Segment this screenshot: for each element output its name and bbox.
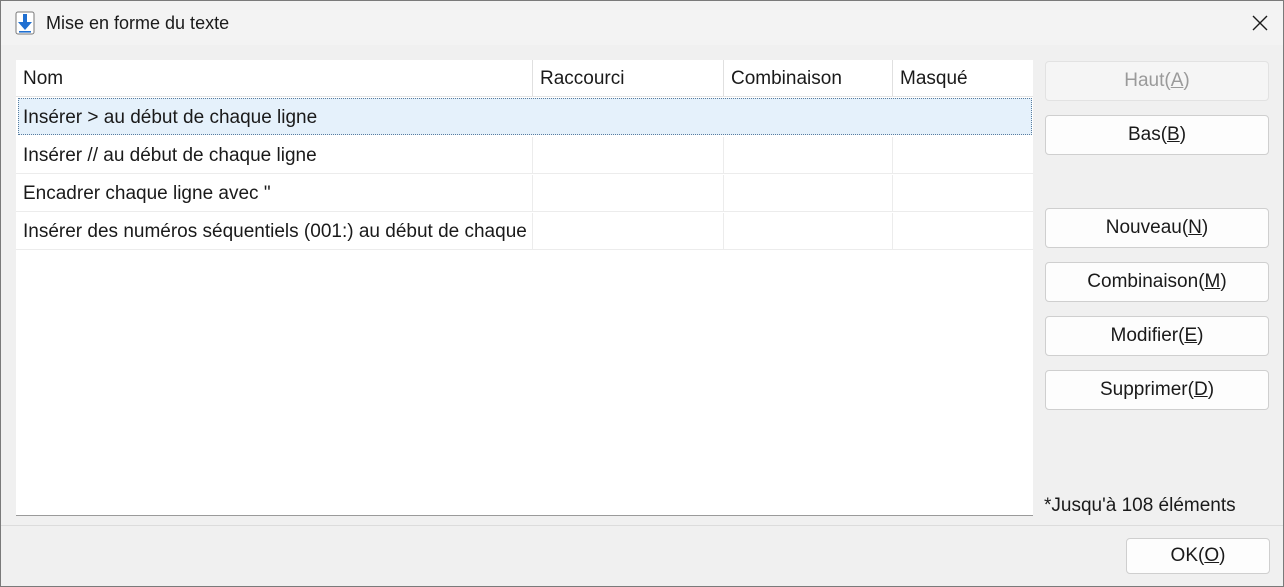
- download-arrow-icon: [15, 11, 35, 35]
- combination-button[interactable]: Combinaison(M): [1045, 262, 1269, 302]
- row-shortcut: [533, 137, 724, 173]
- row-hidden: [894, 99, 1031, 135]
- row-name: Insérer des numéros séquentiels (001:) a…: [23, 221, 532, 242]
- row-name: Insérer > au début de chaque ligne: [23, 107, 318, 128]
- row-shortcut: [533, 175, 724, 211]
- column-header-combination[interactable]: Combinaison: [724, 60, 893, 96]
- close-icon: [1252, 15, 1268, 31]
- list-row[interactable]: Insérer des numéros séquentiels (001:) a…: [16, 213, 1033, 250]
- row-shortcut: [534, 99, 725, 135]
- row-combination: [725, 99, 894, 135]
- column-header-shortcut[interactable]: Raccourci: [533, 60, 724, 96]
- list-row[interactable]: Insérer // au début de chaque ligne: [16, 137, 1033, 174]
- row-combination: [724, 175, 893, 211]
- formatting-list[interactable]: Nom Raccourci Combinaison Masqué Insérer…: [16, 60, 1033, 516]
- list-header: Nom Raccourci Combinaison Masqué: [16, 60, 1033, 97]
- column-header-name[interactable]: Nom: [16, 60, 533, 96]
- row-shortcut: [533, 213, 724, 249]
- title-bar: Mise en forme du texte: [1, 1, 1283, 45]
- move-up-button[interactable]: Haut(A): [1045, 61, 1269, 101]
- move-down-button[interactable]: Bas(B): [1045, 115, 1269, 155]
- row-name: Insérer // au début de chaque ligne: [23, 145, 317, 166]
- ok-button[interactable]: OK(O): [1126, 538, 1270, 574]
- row-hidden: [893, 213, 1033, 249]
- dialog-window: Mise en forme du texte Nom Raccourci Com…: [0, 0, 1284, 587]
- modify-button[interactable]: Modifier(E): [1045, 316, 1269, 356]
- window-title: Mise en forme du texte: [46, 13, 230, 33]
- delete-button[interactable]: Supprimer(D): [1045, 370, 1269, 410]
- list-row[interactable]: Insérer > au début de chaque ligne: [18, 98, 1032, 135]
- new-button[interactable]: Nouveau(N): [1045, 208, 1269, 248]
- row-hidden: [893, 137, 1033, 173]
- list-row[interactable]: Encadrer chaque ligne avec ": [16, 175, 1033, 212]
- row-combination: [724, 137, 893, 173]
- item-limit-note: *Jusqu'à 108 éléments: [1044, 495, 1236, 516]
- row-combination: [724, 213, 893, 249]
- row-name: Encadrer chaque ligne avec ": [23, 183, 271, 204]
- row-hidden: [893, 175, 1033, 211]
- footer-divider: [1, 525, 1283, 526]
- column-header-hidden[interactable]: Masqué: [893, 60, 1033, 96]
- close-button[interactable]: [1237, 1, 1283, 45]
